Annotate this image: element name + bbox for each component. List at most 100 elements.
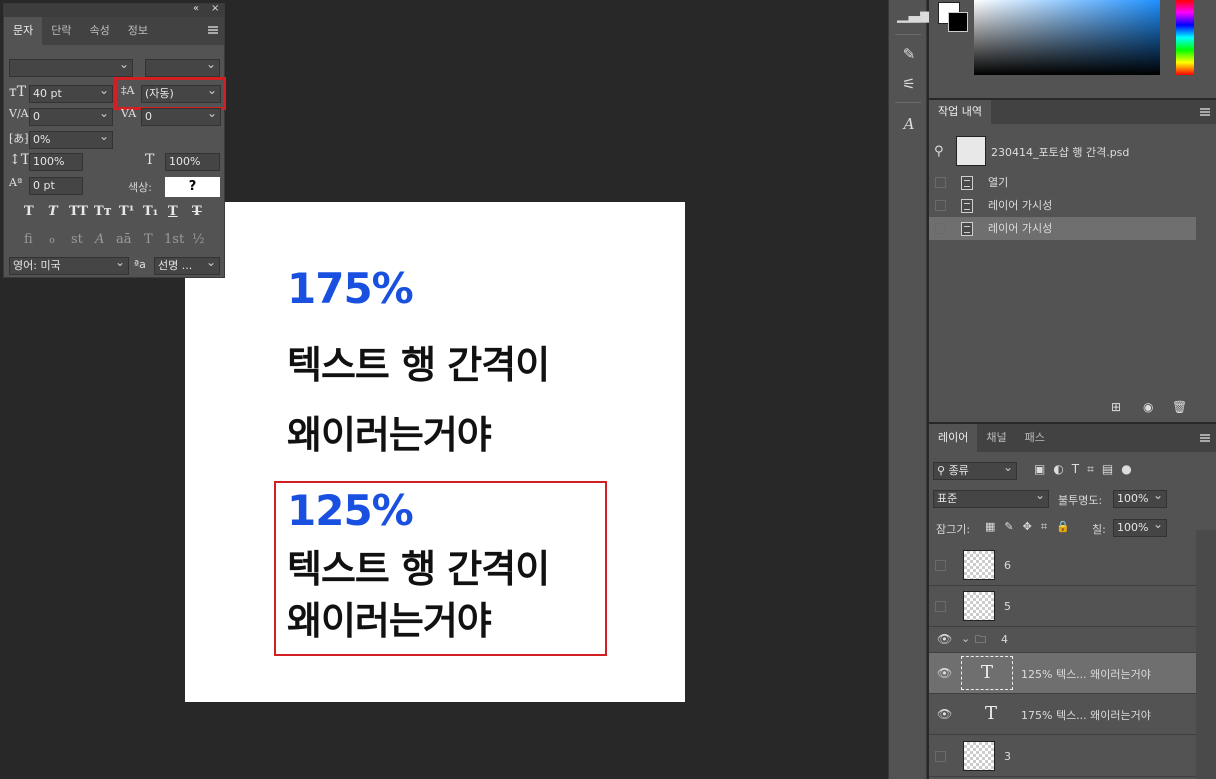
chevron-down-icon[interactable]: ⌄ [961,632,970,645]
all-caps-button[interactable]: TT [69,204,88,219]
visibility-toggle[interactable] [935,560,946,571]
history-menu-icon[interactable] [1200,108,1210,116]
language-select[interactable]: 영어: 미국 [9,254,129,275]
strikethrough-button[interactable]: T [192,204,202,219]
lock-icons[interactable]: ▦✎✥⌗🔒 [985,520,1079,534]
layer-row-selected[interactable]: 👁 T 125% 텍스... 왜이러는거야 [929,653,1196,694]
history-item[interactable]: 레이어 가시성 [929,194,1196,217]
hue-slider[interactable] [1176,0,1194,75]
faux-bold-button[interactable]: T [24,204,34,219]
ligature-button[interactable]: fi [24,232,33,247]
subscript-button[interactable]: T₁ [143,204,158,219]
tab-properties[interactable]: 속성 [81,17,119,45]
document-canvas[interactable]: 175% 텍스트 행 간격이 왜이러는거야 125% 텍스트 행 간격이 왜이러… [185,202,685,702]
tab-history[interactable]: 작업 내역 [929,100,991,124]
color-swatch[interactable]: ? [165,177,220,197]
tab-layers[interactable]: 레이어 [929,424,978,452]
antialias-select[interactable]: 선명 ... [154,254,220,275]
color-field[interactable] [974,0,1160,75]
ordinals-button[interactable]: 1st [164,232,184,247]
titling-alternates-button[interactable]: T [144,232,153,247]
old-style-button[interactable]: ℴ [49,232,55,247]
antialias-icon: ªa [134,258,146,271]
layers-panel-header: 레이어 채널 패스 [929,424,1216,452]
panel-icon-strip: ▁▃▅ ✎ ⚟ A [888,0,932,779]
tab-info[interactable]: 정보 [119,17,157,45]
layer-row[interactable]: 👁 T 175% 텍스... 왜이러는거야 [929,694,1196,735]
fractions-button[interactable]: ½ [192,232,205,247]
trash-icon[interactable]: 🗑 [1172,400,1187,414]
font-size-icon: ᴛT [9,84,27,100]
panel-menu-icon[interactable] [208,26,218,34]
history-source-checkbox[interactable] [935,223,946,234]
vertical-scale-input[interactable]: 100% [29,153,83,171]
history-source-checkbox[interactable] [935,200,946,211]
tab-paths[interactable]: 패스 [1016,424,1054,452]
layer-row[interactable]: 6 [929,544,1196,586]
layers-menu-icon[interactable] [1200,434,1210,442]
brush-presets-icon[interactable]: ✎ [897,42,921,66]
canvas-text-125-line1: 텍스트 행 간격이 [287,547,550,591]
eye-icon[interactable]: 👁 [937,666,952,680]
collapse-icon[interactable]: « [193,3,199,14]
discretionary-ligature-button[interactable]: st [71,232,83,247]
tab-character[interactable]: 문자 [4,17,43,45]
layer-filter-label: 종류 [948,464,969,477]
color-label: 색상: [128,181,152,194]
eye-icon[interactable]: 👁 [937,632,952,646]
layer-filter-icons[interactable]: ▣◐T⌗▤● [1034,462,1140,477]
layer-filter-select[interactable]: ⚲ 종류 [933,459,1017,480]
small-caps-button[interactable]: Tт [94,204,112,219]
swash-button[interactable]: A [95,232,104,247]
font-family-select[interactable] [9,56,133,77]
background-color-swatch[interactable] [948,12,968,32]
layer-group-row[interactable]: 👁 ⌄ 🗀 4 [929,627,1196,653]
fill-input[interactable]: 100% [1113,516,1167,537]
character-panel-icon[interactable]: A [897,112,921,136]
character-panel: « × 문자 단락 속성 정보 ᴛT 40 pt ‡A (자동) V/A 0 V… [3,3,226,278]
tab-channels[interactable]: 채널 [977,424,1015,452]
history-source-checkbox[interactable] [935,177,946,188]
superscript-button[interactable]: T¹ [119,204,134,219]
history-item-label: 열기 [988,176,1009,189]
font-style-select[interactable] [145,56,220,77]
layer-name: 4 [1001,633,1008,646]
tracking-select[interactable]: 0 [141,105,221,126]
opacity-input[interactable]: 100% [1113,487,1167,508]
horizontal-scale-input[interactable]: 100% [165,153,220,171]
kerning-select[interactable]: 0 [29,105,113,126]
eye-icon[interactable]: 👁 [937,707,952,721]
layer-row[interactable]: 3 [929,735,1196,777]
tab-paragraph[interactable]: 단락 [42,17,80,45]
layer-row[interactable]: 5 [929,586,1196,627]
layer-name: 3 [1004,750,1011,763]
visibility-toggle[interactable] [935,751,946,762]
panel-tabs: 문자 단락 속성 정보 [4,17,224,45]
canvas-text-175-line1: 텍스트 행 간격이 [287,343,550,387]
blend-mode-select[interactable]: 표준 [933,487,1049,508]
history-snapshot[interactable]: ⚲ 230414_포토샵 행 간격.psd [929,136,1196,170]
history-item[interactable]: 열기 [929,171,1196,194]
visibility-toggle[interactable] [935,601,946,612]
faux-italic-button[interactable]: T [48,204,58,219]
layer-name: 5 [1004,600,1011,613]
adjustments-icon[interactable]: ⚟ [897,72,921,96]
layers-panel: 레이어 채널 패스 ⚲ 종류 ▣◐T⌗▤● 표준 불투명도: 100% 잠그기:… [929,424,1216,779]
history-panel-header: 작업 내역 [929,100,1216,124]
baseline-shift-input[interactable]: 0 pt [29,177,83,195]
new-document-icon[interactable]: ⊞ [1111,400,1121,414]
history-item-label: 레이어 가시성 [988,199,1053,212]
vertical-scale-icon: ↕T [9,152,31,168]
layer-name: 6 [1004,559,1011,572]
search-icon: ⚲ [937,464,949,477]
stylistic-alternates-button[interactable]: aā [116,232,132,247]
underline-button[interactable]: T [168,204,178,219]
layers-scrollbar[interactable] [1196,530,1216,779]
history-item-selected[interactable]: 레이어 가시성 [929,217,1196,240]
camera-icon[interactable]: ◉ [1143,400,1153,414]
font-size-input[interactable]: 40 pt [29,82,113,103]
canvas-text-125-line2: 왜이러는거야 [287,599,492,643]
tsume-select[interactable]: 0% [29,128,113,149]
histogram-icon[interactable]: ▁▃▅ [897,2,932,26]
close-icon[interactable]: × [211,3,219,14]
